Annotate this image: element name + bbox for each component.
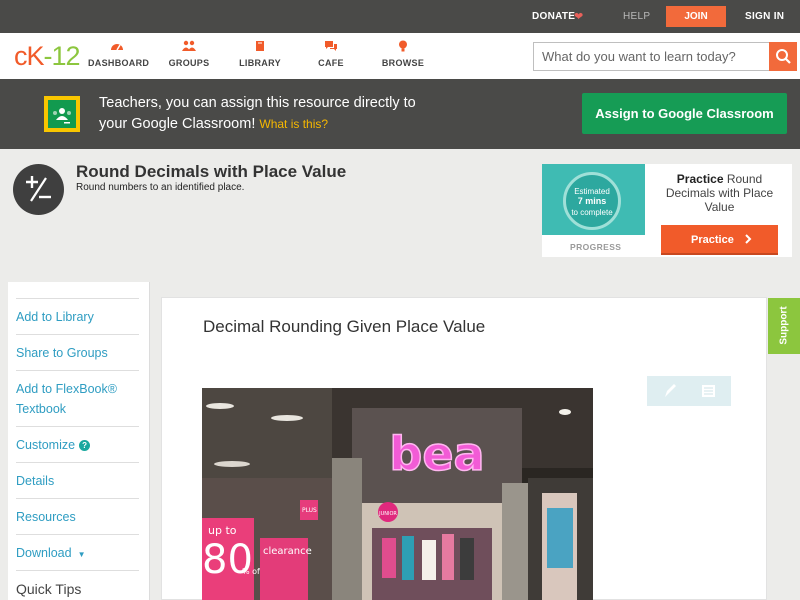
practice-card: Estimated 7 mins to complete PROGRESS Pr… bbox=[542, 164, 792, 257]
svg-text:% off: % off bbox=[242, 567, 263, 576]
nav-groups[interactable]: GROUPS bbox=[166, 40, 212, 68]
sidebar-item-quick-tips[interactable]: Quick Tips bbox=[16, 570, 139, 599]
dashboard-icon bbox=[111, 44, 123, 51]
left-sidebar: Add to Library Share to Groups Add to Fl… bbox=[8, 282, 150, 600]
svg-text:bea: bea bbox=[389, 427, 484, 481]
google-classroom-icon bbox=[44, 96, 80, 132]
svg-text:up to: up to bbox=[208, 524, 237, 537]
sidebar-item-share-to-groups[interactable]: Share to Groups bbox=[16, 334, 139, 363]
nav-browse[interactable]: BROWSE bbox=[381, 40, 425, 68]
browse-icon bbox=[399, 40, 407, 52]
signin-link[interactable]: SIGN IN bbox=[745, 11, 784, 22]
help-link[interactable]: HELP bbox=[623, 11, 650, 22]
support-tab[interactable]: Support bbox=[768, 298, 800, 354]
ck12-logo[interactable]: cK-12 bbox=[14, 41, 81, 72]
practice-button[interactable]: Practice bbox=[661, 225, 778, 255]
search-input[interactable] bbox=[534, 43, 770, 70]
donate-link[interactable]: DONATE bbox=[532, 11, 575, 22]
what-is-this-link[interactable]: What is this? bbox=[259, 117, 328, 131]
svg-text:PLUS: PLUS bbox=[302, 507, 317, 514]
help-icon[interactable]: ? bbox=[79, 440, 91, 451]
svg-text:JUNIOR: JUNIOR bbox=[378, 511, 397, 517]
svg-text:clearance: clearance bbox=[263, 546, 312, 557]
groups-icon bbox=[182, 40, 196, 51]
practice-title: Practice Round Decimals with Place Value bbox=[665, 172, 774, 214]
cafe-icon bbox=[325, 41, 337, 51]
nav-cafe[interactable]: CAFE bbox=[315, 40, 347, 68]
page-subtitle: Round numbers to an identified place. bbox=[76, 182, 245, 193]
content-title: Decimal Rounding Given Place Value bbox=[203, 317, 486, 336]
page-title: Round Decimals with Place Value bbox=[76, 162, 347, 181]
assign-google-classroom-button[interactable]: Assign to Google Classroom bbox=[582, 93, 787, 134]
main-content: Decimal Rounding Given Place Value bea J… bbox=[161, 297, 767, 600]
library-icon bbox=[256, 41, 264, 51]
nav-library[interactable]: LIBRARY bbox=[238, 40, 282, 68]
search-button[interactable] bbox=[769, 42, 797, 71]
heart-icon: ❤ bbox=[574, 11, 584, 23]
svg-text:80: 80 bbox=[202, 537, 253, 583]
nav-dashboard[interactable]: DASHBOARD bbox=[88, 40, 149, 68]
plus-minus-icon bbox=[13, 164, 64, 215]
progress-graphic: Estimated 7 mins to complete bbox=[542, 164, 645, 235]
pencil-icon[interactable] bbox=[665, 384, 676, 397]
storefront-photo: bea JUNIOR up to 80 % off clearance PLUS bbox=[202, 388, 593, 600]
search-icon bbox=[776, 49, 791, 64]
chevron-right-icon bbox=[745, 234, 752, 244]
nav-bar: cK-12 DASHBOARD GROUPS LIBRARY CAFE BROW… bbox=[0, 33, 800, 79]
sidebar-item-download[interactable]: Download ▼ bbox=[16, 534, 139, 565]
caret-down-icon: ▼ bbox=[77, 550, 86, 559]
sidebar-item-add-to-library[interactable]: Add to Library bbox=[16, 298, 139, 327]
sidebar-item-add-to-flexbook[interactable]: Add to FlexBook® Textbook bbox=[16, 370, 139, 428]
estimated-time-badge: Estimated 7 mins to complete bbox=[563, 172, 621, 230]
banner-message: Teachers, you can assign this resource d… bbox=[99, 95, 416, 132]
search-box bbox=[533, 42, 770, 71]
top-bar: DONATE ❤ HELP JOIN SIGN IN bbox=[0, 0, 800, 33]
sidebar-item-customize[interactable]: Customize? bbox=[16, 426, 139, 455]
image-toolbar bbox=[647, 376, 731, 406]
notes-icon[interactable] bbox=[702, 385, 715, 397]
sidebar-item-resources[interactable]: Resources bbox=[16, 498, 139, 527]
sidebar-item-details[interactable]: Details bbox=[16, 462, 139, 491]
join-button[interactable]: JOIN bbox=[666, 6, 726, 27]
progress-label: PROGRESS bbox=[570, 242, 622, 252]
